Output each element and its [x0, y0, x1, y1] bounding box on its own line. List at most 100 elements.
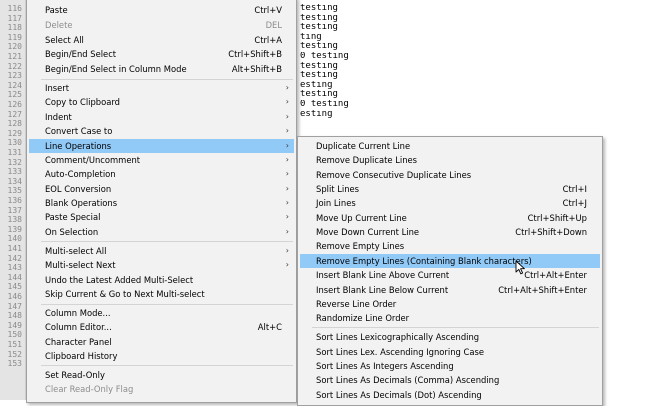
- menu-item-label: Clear Read-Only Flag: [45, 384, 134, 394]
- menu-item-label: Comment/Uncomment: [45, 155, 141, 165]
- line-number: 136: [7, 196, 22, 205]
- menu-separator: [41, 304, 293, 305]
- menu-item-indent[interactable]: Indent ›: [29, 110, 294, 124]
- menu-item-paste[interactable]: Paste Ctrl+V: [29, 3, 294, 17]
- line-number: 127: [7, 109, 22, 119]
- line-number: 128: [7, 119, 22, 129]
- menu-item-label: Sort Lines As Integers Ascending: [316, 361, 454, 371]
- menu-separator: [41, 365, 293, 366]
- line-number: 123: [7, 71, 22, 81]
- code-line[interactable]: testing: [300, 71, 420, 81]
- menu-item-delete[interactable]: Delete DEL: [29, 18, 294, 32]
- submenu-item-randomize-order[interactable]: Randomize Line Order: [300, 311, 600, 325]
- line-number: 137: [7, 205, 22, 215]
- submenu-item-sort-lex-asc[interactable]: Sort Lines Lexicographically Ascending: [300, 330, 600, 344]
- line-number: 121: [7, 52, 22, 61]
- code-line[interactable]: testing: [300, 14, 420, 24]
- submenu-item-sort-lex-ignore-case[interactable]: Sort Lines Lex. Ascending Ignoring Case: [300, 345, 600, 359]
- submenu-item-join-lines[interactable]: Join Lines Ctrl+J: [300, 196, 600, 210]
- submenu-item-insert-blank-below[interactable]: Insert Blank Line Below Current Ctrl+Alt…: [300, 283, 600, 297]
- menu-item-multi-select-next[interactable]: Multi-select Next ›: [29, 258, 294, 272]
- code-line[interactable]: 0 testing: [300, 100, 420, 110]
- line-number: 132: [7, 157, 22, 167]
- menu-item-character-panel[interactable]: Character Panel: [29, 335, 294, 349]
- menu-item-auto-completion[interactable]: Auto-Completion ›: [29, 167, 294, 181]
- menu-item-convert-case[interactable]: Convert Case to ›: [29, 124, 294, 138]
- menu-item-clear-read-only[interactable]: Clear Read-Only Flag: [29, 382, 294, 396]
- line-number: 145: [7, 282, 22, 292]
- chevron-right-icon: ›: [285, 169, 289, 178]
- code-line[interactable]: testing: [300, 4, 420, 14]
- menu-item-label: Select All: [45, 35, 84, 45]
- menu-item-eol-conversion[interactable]: EOL Conversion ›: [29, 182, 294, 196]
- menu-item-column-editor[interactable]: Column Editor... Alt+C: [29, 320, 294, 334]
- line-number: 148: [7, 311, 22, 321]
- menu-item-shortcut: Alt+C: [257, 322, 282, 332]
- line-number: 150: [7, 330, 22, 340]
- submenu-item-sort-integers[interactable]: Sort Lines As Integers Ascending: [300, 359, 600, 373]
- line-operations-submenu: Duplicate Current Line Remove Duplicate …: [297, 136, 603, 406]
- code-line[interactable]: esting: [300, 81, 420, 91]
- menu-item-shortcut: Ctrl+Shift+Down: [515, 227, 587, 237]
- code-line[interactable]: testing: [300, 23, 420, 33]
- menu-item-select-all[interactable]: Select All Ctrl+A: [29, 33, 294, 47]
- submenu-item-move-down-line[interactable]: Move Down Current Line Ctrl+Shift+Down: [300, 225, 600, 239]
- mouse-pointer-icon: [515, 260, 525, 275]
- menu-item-label: Auto-Completion: [45, 169, 116, 179]
- submenu-item-reverse-order[interactable]: Reverse Line Order: [300, 297, 600, 311]
- menu-item-multi-select-all[interactable]: Multi-select All ›: [29, 244, 294, 258]
- code-line[interactable]: 0 testing: [300, 52, 420, 62]
- menu-item-line-operations[interactable]: Line Operations ›: [29, 139, 294, 153]
- menu-item-paste-special[interactable]: Paste Special ›: [29, 210, 294, 224]
- menu-item-copy-to-clipboard[interactable]: Copy to Clipboard ›: [29, 95, 294, 109]
- menu-item-column-mode[interactable]: Column Mode...: [29, 306, 294, 320]
- line-number: 139: [7, 224, 22, 234]
- submenu-item-remove-empty-lines-blank[interactable]: Remove Empty Lines (Containing Blank cha…: [300, 254, 600, 268]
- menu-item-undo-multi-select[interactable]: Undo the Latest Added Multi-Select: [29, 273, 294, 287]
- menu-item-label: Paste Special: [45, 212, 101, 222]
- menu-item-skip-multi-select[interactable]: Skip Current & Go to Next Multi-select: [29, 287, 294, 301]
- submenu-item-move-up-line[interactable]: Move Up Current Line Ctrl+Shift+Up: [300, 211, 600, 225]
- chevron-right-icon: ›: [285, 97, 289, 106]
- chevron-right-icon: ›: [285, 155, 289, 164]
- code-line[interactable]: ting: [300, 33, 420, 43]
- menu-item-insert[interactable]: Insert ›: [29, 81, 294, 95]
- menu-item-blank-operations[interactable]: Blank Operations ›: [29, 196, 294, 210]
- menu-item-label: Insert: [45, 83, 70, 93]
- menu-item-label: Delete: [45, 20, 73, 30]
- submenu-item-split-lines[interactable]: Split Lines Ctrl+I: [300, 182, 600, 196]
- menu-item-label: Insert Blank Line Above Current: [316, 270, 450, 280]
- line-number: 122: [7, 61, 22, 71]
- code-line[interactable]: testing: [300, 62, 420, 72]
- submenu-item-sort-decimals-comma[interactable]: Sort Lines As Decimals (Comma) Ascending: [300, 373, 600, 387]
- line-number: 149: [7, 320, 22, 330]
- submenu-item-duplicate-line[interactable]: Duplicate Current Line: [300, 139, 600, 153]
- menu-item-comment-uncomment[interactable]: Comment/Uncomment ›: [29, 153, 294, 167]
- menu-item-begin-end-select[interactable]: Begin/End Select Ctrl+Shift+B: [29, 47, 294, 61]
- code-line[interactable]: esting: [300, 110, 420, 120]
- menu-item-label: Multi-select All: [45, 246, 107, 256]
- chevron-right-icon: ›: [285, 246, 289, 255]
- code-line[interactable]: testing: [300, 90, 420, 100]
- line-number: 117: [7, 13, 22, 23]
- line-number: 144: [7, 272, 22, 282]
- line-number: 133: [7, 167, 22, 177]
- line-number: 119: [7, 32, 22, 42]
- menu-item-label: Remove Duplicate Lines: [316, 155, 418, 165]
- submenu-item-remove-empty-lines[interactable]: Remove Empty Lines: [300, 239, 600, 253]
- menu-item-clipboard-history[interactable]: Clipboard History: [29, 349, 294, 363]
- menu-item-shortcut: Ctrl+Alt+Enter: [524, 270, 587, 280]
- menu-item-shortcut: Ctrl+I: [562, 184, 587, 194]
- menu-item-on-selection[interactable]: On Selection ›: [29, 225, 294, 239]
- line-number: 151: [7, 340, 22, 349]
- submenu-item-insert-blank-above[interactable]: Insert Blank Line Above Current Ctrl+Alt…: [300, 268, 600, 282]
- menu-item-label: Paste: [45, 5, 68, 15]
- line-number: 120: [7, 42, 22, 52]
- menu-item-begin-end-select-column[interactable]: Begin/End Select in Column Mode Alt+Shif…: [29, 62, 294, 76]
- code-line[interactable]: testing: [300, 42, 420, 52]
- submenu-item-remove-duplicate-lines[interactable]: Remove Duplicate Lines: [300, 153, 600, 167]
- chevron-right-icon: ›: [285, 212, 289, 221]
- menu-item-label: Clipboard History: [45, 351, 118, 361]
- menu-item-set-read-only[interactable]: Set Read-Only: [29, 368, 294, 382]
- submenu-item-remove-consecutive-duplicates[interactable]: Remove Consecutive Duplicate Lines: [300, 168, 600, 182]
